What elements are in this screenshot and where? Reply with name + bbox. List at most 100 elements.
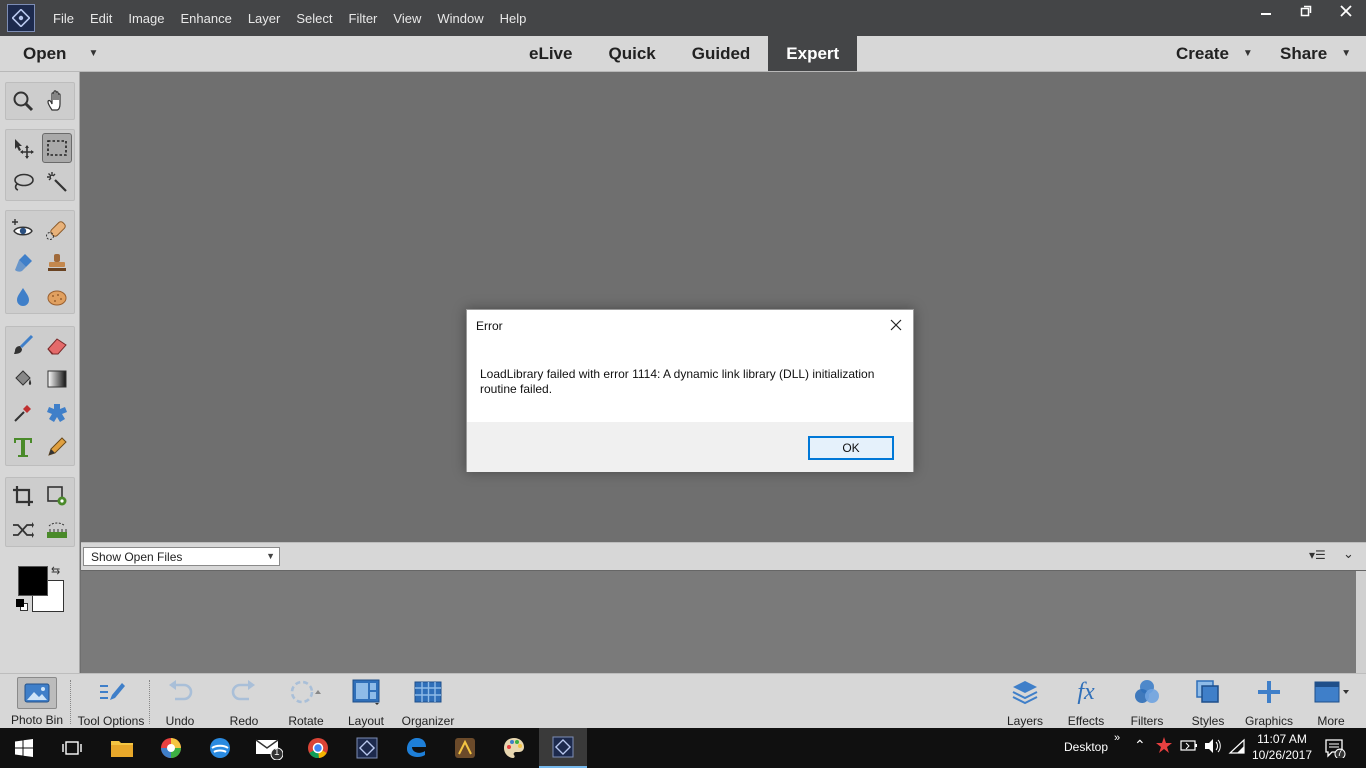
- menu-enhance[interactable]: Enhance: [173, 11, 240, 26]
- create-button[interactable]: Create ▼: [1176, 36, 1253, 71]
- color-swatches[interactable]: ⇆: [16, 564, 66, 614]
- mail-badge: 1: [274, 747, 280, 758]
- menu-image[interactable]: Image: [120, 11, 172, 26]
- start-icon[interactable]: [0, 728, 48, 768]
- menu-file[interactable]: File: [45, 11, 82, 26]
- spot-healing-icon[interactable]: [42, 214, 72, 244]
- filters-button[interactable]: Filters: [1122, 674, 1172, 729]
- show-hidden-icons-icon[interactable]: ⌃: [1134, 737, 1146, 754]
- menu-view[interactable]: View: [385, 11, 429, 26]
- pencil-icon[interactable]: [42, 432, 72, 462]
- system-clock[interactable]: 11:07 AM 10/26/2017: [1250, 731, 1314, 763]
- edge-icon[interactable]: [392, 728, 440, 768]
- blur-icon[interactable]: [8, 282, 38, 312]
- tab-elive[interactable]: eLive: [511, 36, 590, 71]
- file-explorer-icon[interactable]: [98, 728, 146, 768]
- restore-icon[interactable]: [1286, 0, 1326, 22]
- organizer-button[interactable]: Organizer: [400, 674, 456, 729]
- share-label: Share: [1280, 43, 1328, 63]
- tray-app-icon[interactable]: [1155, 736, 1173, 759]
- close-icon[interactable]: [885, 314, 907, 336]
- mail-icon[interactable]: 1: [245, 728, 293, 768]
- undo-button[interactable]: Undo: [155, 674, 205, 729]
- more-button[interactable]: More: [1306, 674, 1356, 729]
- toolbox: ⇆: [0, 72, 80, 673]
- sponge-icon[interactable]: [42, 282, 72, 312]
- foreground-color-swatch[interactable]: [18, 566, 48, 596]
- type-icon[interactable]: [8, 432, 38, 462]
- view-tools-group: [5, 82, 75, 120]
- recompose-icon[interactable]: [42, 481, 72, 511]
- smart-brush-icon[interactable]: [8, 248, 38, 278]
- photo-bin-button[interactable]: Photo Bin: [5, 674, 69, 729]
- styles-icon: [1193, 674, 1223, 710]
- clone-stamp-icon[interactable]: [42, 248, 72, 278]
- eraser-icon[interactable]: [42, 330, 72, 360]
- task-view-icon[interactable]: [48, 728, 96, 768]
- layers-button[interactable]: Layers: [1000, 674, 1050, 729]
- layout-button[interactable]: Layout: [341, 674, 391, 729]
- photoshop-alt-icon[interactable]: [441, 728, 489, 768]
- crop-icon[interactable]: [8, 481, 38, 511]
- wifi-icon[interactable]: [1228, 738, 1246, 759]
- collapse-bin-icon[interactable]: ⌄: [1343, 546, 1354, 562]
- tab-guided[interactable]: Guided: [674, 36, 769, 71]
- effects-button[interactable]: fx Effects: [1061, 674, 1111, 729]
- straighten-icon[interactable]: [42, 515, 72, 545]
- graphics-button[interactable]: Graphics: [1240, 674, 1298, 729]
- rotate-button[interactable]: Rotate: [281, 674, 331, 729]
- eyedropper-icon[interactable]: [8, 398, 38, 428]
- tool-options-icon: [97, 674, 125, 710]
- elements-alt-icon[interactable]: [343, 728, 391, 768]
- open-button[interactable]: Open ▼: [23, 36, 98, 71]
- menu-edit[interactable]: Edit: [82, 11, 120, 26]
- bin-menu-icon[interactable]: ▾☰: [1309, 548, 1326, 562]
- share-button[interactable]: Share ▼: [1280, 36, 1351, 71]
- zoom-icon[interactable]: [8, 86, 38, 116]
- menu-window[interactable]: Window: [429, 11, 491, 26]
- menu-select[interactable]: Select: [288, 11, 340, 26]
- styles-label: Styles: [1191, 714, 1225, 728]
- paint-bucket-icon[interactable]: [8, 364, 38, 394]
- menu-help[interactable]: Help: [492, 11, 535, 26]
- marquee-icon[interactable]: [42, 133, 72, 163]
- bin-scrollbar[interactable]: [1356, 571, 1366, 674]
- desktop-toolbar-label[interactable]: Desktop: [1064, 740, 1108, 754]
- swap-colors-icon[interactable]: ⇆: [51, 564, 60, 577]
- layout-label: Layout: [347, 714, 385, 728]
- layers-label: Layers: [1006, 714, 1044, 728]
- paint-app-icon[interactable]: [490, 728, 538, 768]
- red-eye-icon[interactable]: [8, 214, 38, 244]
- desktop-chevron-icon[interactable]: »: [1114, 732, 1120, 744]
- tab-quick[interactable]: Quick: [590, 36, 673, 71]
- minimize-icon[interactable]: [1246, 0, 1286, 22]
- brush-icon[interactable]: [8, 330, 38, 360]
- chrome-icon[interactable]: [294, 728, 342, 768]
- gradient-icon[interactable]: [42, 364, 72, 394]
- bin-select-value: Show Open Files: [91, 549, 183, 564]
- hand-icon[interactable]: [42, 86, 72, 116]
- action-center-icon[interactable]: 7: [1324, 738, 1346, 763]
- tab-expert[interactable]: Expert: [768, 36, 858, 71]
- elements-active-icon[interactable]: [539, 728, 587, 768]
- app-logo-icon[interactable]: [7, 4, 35, 32]
- photos-app-icon[interactable]: [147, 728, 195, 768]
- magic-wand-icon[interactable]: [42, 167, 72, 197]
- custom-shape-icon[interactable]: [42, 398, 72, 428]
- menu-filter[interactable]: Filter: [341, 11, 386, 26]
- content-aware-move-icon[interactable]: [8, 515, 38, 545]
- redo-button[interactable]: Redo: [219, 674, 269, 729]
- menu-layer[interactable]: Layer: [240, 11, 289, 26]
- lasso-icon[interactable]: [8, 167, 38, 197]
- move-icon[interactable]: [8, 133, 38, 163]
- volume-icon[interactable]: [1204, 738, 1222, 759]
- open-label: Open: [23, 43, 67, 63]
- close-window-icon[interactable]: [1326, 0, 1366, 22]
- default-colors-icon[interactable]: [16, 599, 28, 611]
- battery-icon[interactable]: [1180, 738, 1198, 759]
- tool-options-button[interactable]: Tool Options: [73, 674, 149, 729]
- show-open-files-select[interactable]: Show Open Files ▼: [83, 547, 280, 566]
- ok-button[interactable]: OK: [808, 436, 894, 460]
- browser-app-icon[interactable]: [196, 728, 244, 768]
- styles-button[interactable]: Styles: [1183, 674, 1233, 729]
